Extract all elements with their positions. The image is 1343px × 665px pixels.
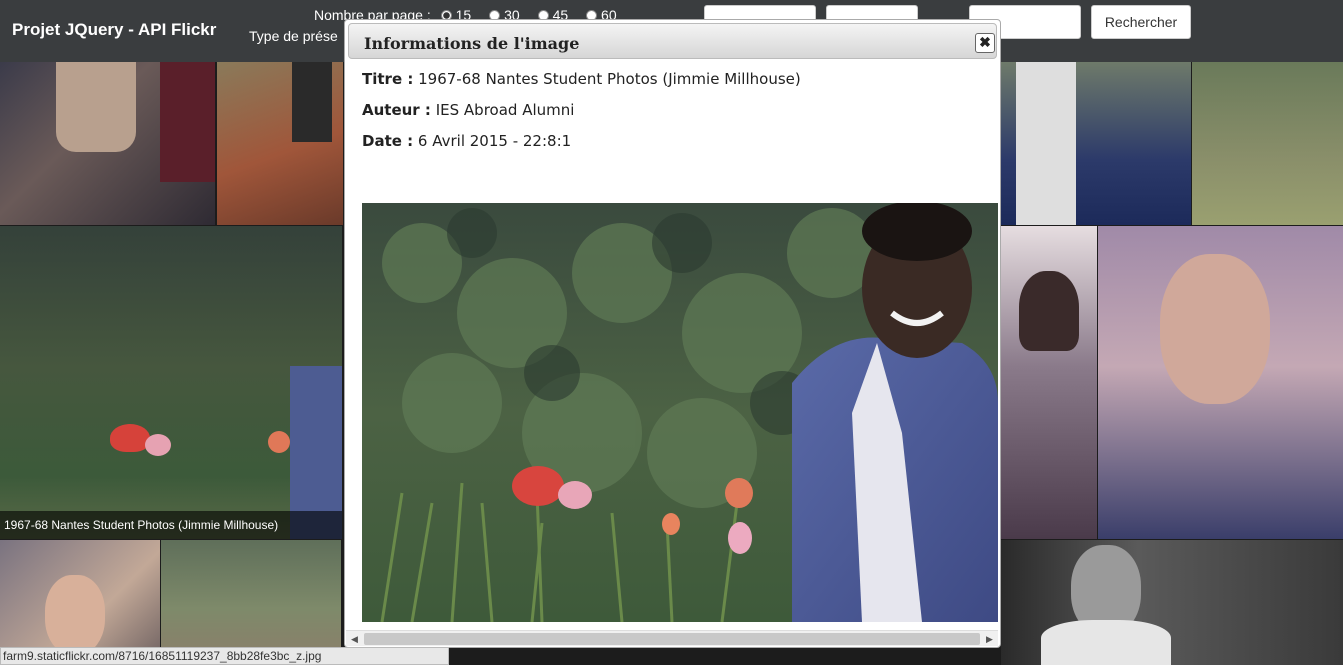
gallery-photo[interactable]	[0, 62, 215, 225]
gallery-photo[interactable]	[1001, 226, 1097, 539]
author-value: IES Abroad Alumni	[435, 101, 575, 119]
gallery-photo[interactable]	[1001, 62, 1191, 225]
title-value: 1967-68 Nantes Student Photos (Jimmie Mi…	[418, 70, 801, 88]
date-label: Date :	[362, 132, 414, 150]
scroll-left-icon[interactable]: ◀	[351, 634, 358, 645]
dialog-title: Informations de l'image	[364, 34, 580, 53]
image-title-row: Titre : 1967-68 Nantes Student Photos (J…	[362, 70, 801, 88]
author-label: Auteur :	[362, 101, 431, 119]
scrollbar-thumb[interactable]	[364, 633, 980, 645]
gallery-photo[interactable]	[1001, 540, 1343, 665]
gallery-photo[interactable]	[217, 62, 343, 225]
app-brand[interactable]: Projet JQuery - API Flickr	[12, 20, 216, 40]
gallery-photo[interactable]	[1098, 226, 1343, 539]
horizontal-scrollbar[interactable]: ◀ ▶	[346, 630, 998, 646]
photo-caption: 1967-68 Nantes Student Photos (Jimmie Mi…	[0, 511, 342, 539]
gallery-photo-selected[interactable]: 1967-68 Nantes Student Photos (Jimmie Mi…	[0, 226, 342, 539]
dialog-header[interactable]: Informations de l'image ✖	[348, 23, 997, 59]
image-date-row: Date : 6 Avril 2015 - 22:8:1	[362, 132, 571, 150]
gallery-photo[interactable]	[1192, 62, 1343, 225]
close-icon[interactable]: ✖	[975, 33, 995, 53]
browser-status-bar: farm9.staticflickr.com/8716/16851119237_…	[0, 647, 449, 665]
scroll-right-icon[interactable]: ▶	[986, 634, 993, 645]
date-value: 6 Avril 2015 - 22:8:1	[417, 132, 572, 150]
presentation-type-label: Type de prése	[249, 28, 338, 44]
image-author-row: Auteur : IES Abroad Alumni	[362, 101, 574, 119]
search-button[interactable]: Rechercher	[1091, 5, 1191, 39]
image-info-dialog: Informations de l'image ✖ Titre : 1967-6…	[344, 19, 1001, 648]
full-size-photo	[362, 203, 998, 622]
title-label: Titre :	[362, 70, 414, 88]
